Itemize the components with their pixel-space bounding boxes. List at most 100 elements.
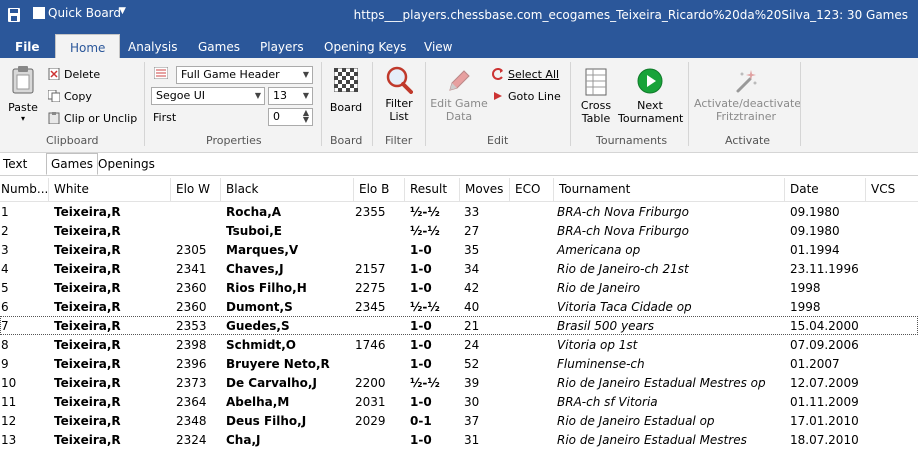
goto-line-button[interactable]: Goto Line (492, 90, 561, 103)
next-tournament-label-line2: Tournament (618, 112, 684, 125)
table-row[interactable]: 9 Teixeira,R 2396 Bruyere Neto,R 1-0 52 Flumin… (0, 354, 918, 373)
header-type-select[interactable]: Full Game Header ▼ (176, 66, 313, 84)
quick-board-label[interactable]: Quick Board (48, 6, 121, 20)
cross-table-button[interactable]: Cross Table (576, 68, 616, 125)
paste-label: Paste (8, 101, 38, 114)
cell-elo-b: 2031 (355, 395, 386, 409)
save-icon[interactable] (8, 8, 20, 22)
cell-white: Teixeira,R (54, 357, 121, 371)
column-header-result[interactable]: Result (410, 182, 447, 196)
table-row[interactable]: 7 Teixeira,R 2353 Guedes,S 1-0 21 Brasil 500 y… (0, 316, 918, 335)
cell-result: ½-½ (410, 224, 440, 238)
tab-text[interactable]: Text (3, 157, 27, 171)
table-row[interactable]: 1 Teixeira,R Rocha,A 2355 ½-½ 33 BRA-ch Nova F… (0, 202, 918, 221)
select-all-button[interactable]: Select All (492, 68, 559, 81)
cell-black: Guedes,S (226, 319, 290, 333)
table-row[interactable]: 8 Teixeira,R 2398 Schmidt,O 1746 1-0 24 Vitoria… (0, 335, 918, 354)
cell-date: 01.1994 (790, 243, 840, 257)
cell-result: 1-0 (410, 262, 432, 276)
cell-result: 1-0 (410, 433, 432, 447)
ribbon-separator (688, 62, 689, 146)
column-header-moves[interactable]: Moves (465, 182, 503, 196)
edit-game-data-button[interactable]: Edit Game Data (430, 68, 488, 123)
cell-tournament: BRA-ch Nova Friburgo (557, 224, 689, 238)
magic-wand-icon (736, 70, 757, 93)
cell-n: 4 (1, 262, 9, 276)
cell-n: 1 (1, 205, 9, 219)
column-header-number[interactable]: Numb... (1, 182, 48, 196)
delete-button[interactable]: Delete (48, 68, 100, 81)
first-stepper[interactable]: 0 ▲ ▼ (268, 108, 313, 126)
filter-list-button[interactable]: Filter List (380, 66, 418, 123)
tab-view[interactable]: View (424, 40, 452, 54)
tab-players[interactable]: Players (260, 40, 304, 54)
quick-access-caret-icon[interactable]: ▼ (119, 6, 126, 16)
tab-home[interactable]: Home (55, 34, 121, 58)
cell-elo-b: 2355 (355, 205, 386, 219)
column-header-elo-w[interactable]: Elo W (176, 182, 210, 196)
column-header-tournament[interactable]: Tournament (559, 182, 630, 196)
cell-black: Rios Filho,H (226, 281, 307, 295)
table-row[interactable]: 10 Teixeira,R 2373 De Carvalho,J 2200 ½-½ 39 Ri… (0, 373, 918, 392)
table-row[interactable]: 5 Teixeira,R 2360 Rios Filho,H 2275 1-0 42 Rio … (0, 278, 918, 297)
clip-unclip-button[interactable]: Clip or Unclip (48, 112, 137, 125)
group-label-properties: Properties (206, 134, 262, 147)
table-row[interactable]: 13 Teixeira,R 2324 Cha,J 1-0 31 Rio de Janeiro… (0, 430, 918, 449)
table-row[interactable]: 3 Teixeira,R 2305 Marques,V 1-0 35 Americana o… (0, 240, 918, 259)
cell-n: 12 (1, 414, 17, 428)
tab-opening-keys[interactable]: Opening Keys (324, 40, 406, 54)
font-size-select[interactable]: 13 ▼ (268, 87, 313, 105)
cell-result: 1-0 (410, 338, 432, 352)
activate-fritztrainer-button[interactable]: Activate/deactivate Fritztrainer (694, 68, 801, 123)
next-tournament-button[interactable]: Next Tournament (618, 68, 684, 125)
group-label-edit: Edit (487, 134, 509, 147)
group-label-clipboard: Clipboard (46, 134, 99, 147)
column-header-date[interactable]: Date (790, 182, 819, 196)
table-row[interactable]: 12 Teixeira,R 2348 Deus Filho,J 2029 0-1 37 Rio… (0, 411, 918, 430)
table-row[interactable]: 2 Teixeira,R Tsuboi,E ½-½ 27 BRA-ch Nova Frib… (0, 221, 918, 240)
column-header-eco[interactable]: ECO (515, 182, 540, 196)
table-row[interactable]: 6 Teixeira,R 2360 Dumont,S 2345 ½-½ 40 Vitoria … (0, 297, 918, 316)
pencil-icon (449, 70, 470, 91)
font-select[interactable]: Segoe UI ▼ (151, 87, 265, 105)
chevron-down-icon: ▼ (302, 70, 309, 79)
tab-openings[interactable]: Openings (98, 157, 155, 171)
cell-result: ½-½ (410, 205, 440, 219)
cell-result: 1-0 (410, 281, 432, 295)
table-row[interactable]: 11 Teixeira,R 2364 Abelha,M 2031 1-0 30 BRA-ch … (0, 392, 918, 411)
column-header-vcs[interactable]: VCS (871, 182, 895, 196)
tab-analysis[interactable]: Analysis (128, 40, 177, 54)
copy-button[interactable]: Copy (48, 90, 92, 103)
column-header-black[interactable]: Black (226, 182, 258, 196)
cell-elo-b: 2157 (355, 262, 386, 276)
window-title: https___players.chessbase.com_ecogames_T… (353, 8, 908, 22)
quick-board-checkbox[interactable] (33, 7, 45, 19)
cell-white: Teixeira,R (54, 376, 121, 390)
cell-moves: 39 (464, 376, 480, 390)
spin-arrows-icon[interactable]: ▲ ▼ (303, 109, 309, 124)
cell-elo-w: 2360 (176, 300, 207, 314)
paste-button[interactable]: Paste ▾ (6, 66, 40, 123)
tab-file[interactable]: File (15, 40, 40, 54)
cell-elo-b: 2275 (355, 281, 386, 295)
cell-white: Teixeira,R (54, 319, 121, 333)
cell-white: Teixeira,R (54, 243, 121, 257)
cell-white: Teixeira,R (54, 338, 121, 352)
cell-white: Teixeira,R (54, 262, 121, 276)
cell-black: Marques,V (226, 243, 299, 257)
board-button[interactable]: Board (328, 67, 364, 114)
cell-moves: 24 (464, 338, 480, 352)
title-bar: Quick Board ▼ https___players.chessbase.… (0, 0, 918, 30)
tab-games[interactable]: Games (198, 40, 240, 54)
cell-moves: 42 (464, 281, 480, 295)
cell-tournament: Rio de Janeiro-ch 21st (557, 262, 689, 276)
cell-n: 8 (1, 338, 9, 352)
column-header-white[interactable]: White (54, 182, 89, 196)
table-row[interactable]: 4 Teixeira,R 2341 Chaves,J 2157 1-0 34 Rio de J… (0, 259, 918, 278)
tab-games-list[interactable]: Games (46, 153, 98, 175)
cell-elo-b: 2345 (355, 300, 386, 314)
column-header-elo-b[interactable]: Elo B (359, 182, 389, 196)
cell-moves: 21 (464, 319, 480, 333)
ribbon-separator (800, 62, 801, 146)
cell-n: 9 (1, 357, 9, 371)
